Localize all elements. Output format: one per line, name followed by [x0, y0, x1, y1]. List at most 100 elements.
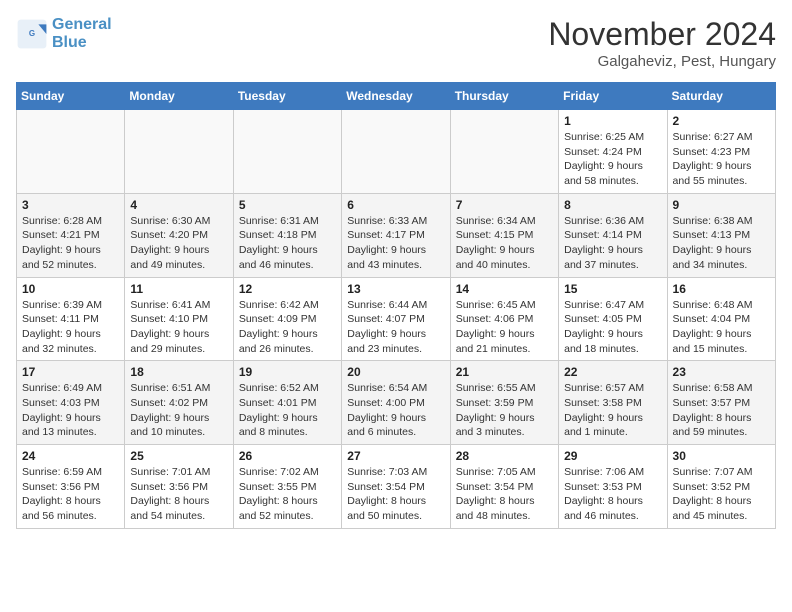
day-number: 5	[239, 198, 336, 212]
day-info: Sunrise: 6:48 AMSunset: 4:04 PMDaylight:…	[673, 298, 770, 357]
day-info: Sunrise: 7:03 AMSunset: 3:54 PMDaylight:…	[347, 465, 444, 524]
calendar-cell: 30Sunrise: 7:07 AMSunset: 3:52 PMDayligh…	[667, 445, 775, 529]
calendar-cell	[450, 110, 558, 194]
calendar-cell: 27 Sunrise: 7:03 AMSunset: 3:54 PMDayligh…	[342, 445, 450, 529]
day-number: 18	[130, 365, 227, 379]
calendar-cell: 1 Sunrise: 6:25 AMSunset: 4:24 PMDaylight…	[559, 110, 667, 194]
calendar-cell: 25 Sunrise: 7:01 AMSunset: 3:56 PMDayligh…	[125, 445, 233, 529]
day-number: 4	[130, 198, 227, 212]
calendar-cell: 2 Sunrise: 6:27 AMSunset: 4:23 PMDaylight…	[667, 110, 775, 194]
day-number: 17	[22, 365, 119, 379]
day-number: 10	[22, 282, 119, 296]
calendar-cell: 21Sunrise: 6:55 AMSunset: 3:59 PMDayligh…	[450, 361, 558, 445]
day-number: 25	[130, 449, 227, 463]
weekday-header-wednesday: Wednesday	[342, 83, 450, 110]
calendar-cell: 28 Sunrise: 7:05 AMSunset: 3:54 PMDayligh…	[450, 445, 558, 529]
calendar-cell: 3 Sunrise: 6:28 AMSunset: 4:21 PMDaylight…	[17, 193, 125, 277]
day-number: 2	[673, 114, 770, 128]
calendar-cell	[342, 110, 450, 194]
day-number: 20	[347, 365, 444, 379]
weekday-header-saturday: Saturday	[667, 83, 775, 110]
calendar-cell: 22Sunrise: 6:57 AMSunset: 3:58 PMDayligh…	[559, 361, 667, 445]
weekday-header-monday: Monday	[125, 83, 233, 110]
weekday-header-tuesday: Tuesday	[233, 83, 341, 110]
day-info: Sunrise: 6:49 AMSunset: 4:03 PMDaylight:…	[22, 381, 119, 440]
day-info: Sunrise: 6:51 AMSunset: 4:02 PMDaylight:…	[130, 381, 227, 440]
day-info: Sunrise: 6:25 AMSunset: 4:24 PMDaylight:…	[564, 130, 661, 189]
day-number: 29	[564, 449, 661, 463]
day-info: Sunrise: 6:33 AMSunset: 4:17 PMDaylight:…	[347, 214, 444, 273]
page-header: G General Blue November 2024 Galgaheviz,…	[16, 16, 776, 70]
calendar-week-row: 17 Sunrise: 6:49 AMSunset: 4:03 PMDayligh…	[17, 361, 776, 445]
day-number: 12	[239, 282, 336, 296]
calendar-cell	[125, 110, 233, 194]
day-info: Sunrise: 7:06 AMSunset: 3:53 PMDaylight:…	[564, 465, 661, 524]
day-number: 22	[564, 365, 661, 379]
calendar-week-row: 1 Sunrise: 6:25 AMSunset: 4:24 PMDaylight…	[17, 110, 776, 194]
day-number: 26	[239, 449, 336, 463]
calendar-cell	[17, 110, 125, 194]
day-number: 16	[673, 282, 770, 296]
day-info: Sunrise: 6:42 AMSunset: 4:09 PMDaylight:…	[239, 298, 336, 357]
day-info: Sunrise: 6:39 AMSunset: 4:11 PMDaylight:…	[22, 298, 119, 357]
day-number: 9	[673, 198, 770, 212]
logo: G General Blue	[16, 16, 112, 51]
calendar-cell: 10 Sunrise: 6:39 AMSunset: 4:11 PMDayligh…	[17, 277, 125, 361]
calendar-cell: 18 Sunrise: 6:51 AMSunset: 4:02 PMDayligh…	[125, 361, 233, 445]
day-number: 3	[22, 198, 119, 212]
day-info: Sunrise: 6:30 AMSunset: 4:20 PMDaylight:…	[130, 214, 227, 273]
calendar-cell: 24 Sunrise: 6:59 AMSunset: 3:56 PMDayligh…	[17, 445, 125, 529]
day-info: Sunrise: 6:34 AMSunset: 4:15 PMDaylight:…	[456, 214, 553, 273]
day-info: Sunrise: 6:55 AMSunset: 3:59 PMDaylight:…	[456, 381, 553, 440]
calendar-cell: 20 Sunrise: 6:54 AMSunset: 4:00 PMDayligh…	[342, 361, 450, 445]
logo-line1: General	[52, 16, 112, 33]
day-number: 24	[22, 449, 119, 463]
day-number: 27	[347, 449, 444, 463]
calendar-cell: 19 Sunrise: 6:52 AMSunset: 4:01 PMDayligh…	[233, 361, 341, 445]
weekday-header-thursday: Thursday	[450, 83, 558, 110]
day-info: Sunrise: 7:07 AMSunset: 3:52 PMDaylight:…	[673, 465, 770, 524]
day-info: Sunrise: 6:36 AMSunset: 4:14 PMDaylight:…	[564, 214, 661, 273]
day-number: 14	[456, 282, 553, 296]
day-info: Sunrise: 7:01 AMSunset: 3:56 PMDaylight:…	[130, 465, 227, 524]
day-info: Sunrise: 6:31 AMSunset: 4:18 PMDaylight:…	[239, 214, 336, 273]
svg-text:G: G	[29, 29, 35, 38]
calendar-cell: 5 Sunrise: 6:31 AMSunset: 4:18 PMDaylight…	[233, 193, 341, 277]
logo-line2: Blue	[52, 34, 112, 52]
day-info: Sunrise: 6:58 AMSunset: 3:57 PMDaylight:…	[673, 381, 770, 440]
calendar-cell: 6Sunrise: 6:33 AMSunset: 4:17 PMDaylight…	[342, 193, 450, 277]
day-number: 28	[456, 449, 553, 463]
calendar-cell: 23Sunrise: 6:58 AMSunset: 3:57 PMDayligh…	[667, 361, 775, 445]
day-info: Sunrise: 6:47 AMSunset: 4:05 PMDaylight:…	[564, 298, 661, 357]
day-info: Sunrise: 7:05 AMSunset: 3:54 PMDaylight:…	[456, 465, 553, 524]
calendar-cell: 12 Sunrise: 6:42 AMSunset: 4:09 PMDayligh…	[233, 277, 341, 361]
weekday-header-sunday: Sunday	[17, 83, 125, 110]
day-info: Sunrise: 6:44 AMSunset: 4:07 PMDaylight:…	[347, 298, 444, 357]
weekday-header-friday: Friday	[559, 83, 667, 110]
calendar-cell: 29 Sunrise: 7:06 AMSunset: 3:53 PMDayligh…	[559, 445, 667, 529]
calendar-cell: 14 Sunrise: 6:45 AMSunset: 4:06 PMDayligh…	[450, 277, 558, 361]
day-number: 19	[239, 365, 336, 379]
calendar-cell: 15Sunrise: 6:47 AMSunset: 4:05 PMDayligh…	[559, 277, 667, 361]
day-info: Sunrise: 6:27 AMSunset: 4:23 PMDaylight:…	[673, 130, 770, 189]
calendar-week-row: 24 Sunrise: 6:59 AMSunset: 3:56 PMDayligh…	[17, 445, 776, 529]
calendar-cell: 8 Sunrise: 6:36 AMSunset: 4:14 PMDaylight…	[559, 193, 667, 277]
day-number: 1	[564, 114, 661, 128]
title-area: November 2024 Galgaheviz, Pest, Hungary	[548, 16, 776, 70]
calendar-cell: 16 Sunrise: 6:48 AMSunset: 4:04 PMDayligh…	[667, 277, 775, 361]
day-info: Sunrise: 6:54 AMSunset: 4:00 PMDaylight:…	[347, 381, 444, 440]
calendar-cell: 7 Sunrise: 6:34 AMSunset: 4:15 PMDaylight…	[450, 193, 558, 277]
calendar-cell	[233, 110, 341, 194]
day-info: Sunrise: 6:28 AMSunset: 4:21 PMDaylight:…	[22, 214, 119, 273]
calendar-cell: 4 Sunrise: 6:30 AMSunset: 4:20 PMDaylight…	[125, 193, 233, 277]
day-info: Sunrise: 6:52 AMSunset: 4:01 PMDaylight:…	[239, 381, 336, 440]
day-number: 7	[456, 198, 553, 212]
day-info: Sunrise: 6:45 AMSunset: 4:06 PMDaylight:…	[456, 298, 553, 357]
calendar-cell: 17 Sunrise: 6:49 AMSunset: 4:03 PMDayligh…	[17, 361, 125, 445]
calendar-week-row: 3 Sunrise: 6:28 AMSunset: 4:21 PMDaylight…	[17, 193, 776, 277]
day-number: 8	[564, 198, 661, 212]
calendar-cell: 26Sunrise: 7:02 AMSunset: 3:55 PMDayligh…	[233, 445, 341, 529]
month-title: November 2024	[548, 16, 776, 53]
calendar-cell: 11Sunrise: 6:41 AMSunset: 4:10 PMDayligh…	[125, 277, 233, 361]
day-info: Sunrise: 6:59 AMSunset: 3:56 PMDaylight:…	[22, 465, 119, 524]
